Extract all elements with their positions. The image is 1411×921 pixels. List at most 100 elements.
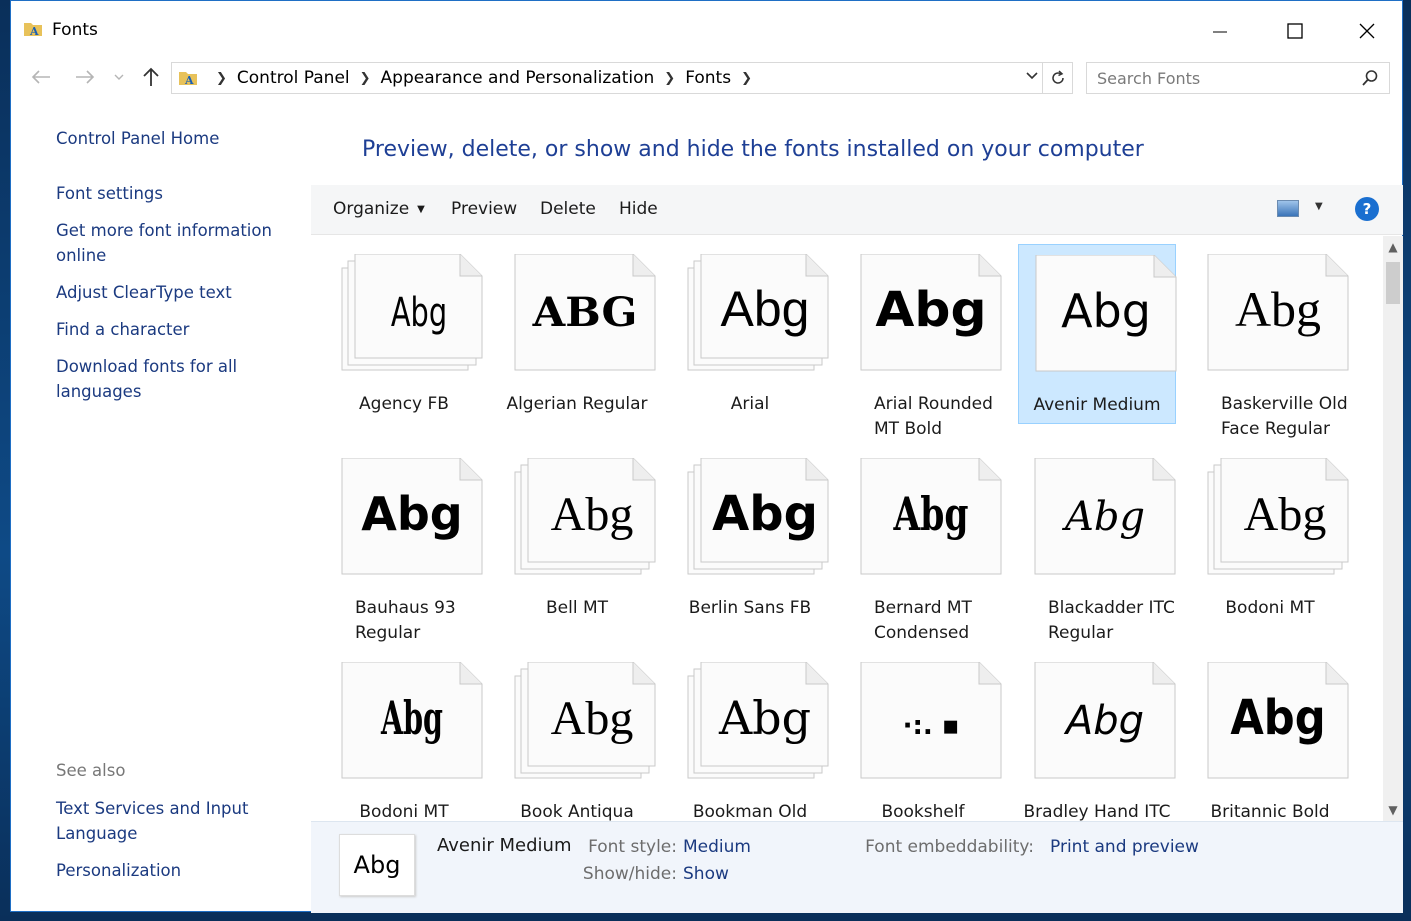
breadcrumb-fonts[interactable]: Fonts: [685, 68, 731, 88]
back-button[interactable]: [29, 65, 53, 89]
font-settings-link[interactable]: Font settings: [56, 181, 296, 206]
view-options-dropdown-icon[interactable]: ▼: [1315, 201, 1323, 212]
font-file-icon: Abg: [860, 254, 1002, 371]
font-file-icon: Abg: [860, 458, 1002, 575]
breadcrumb-chevron-icon[interactable]: ❯: [216, 71, 227, 86]
font-file-icon: Abg: [1035, 255, 1177, 372]
see-also-heading: See also: [56, 761, 126, 780]
font-tile[interactable]: Abg Bodoni MT: [325, 652, 483, 821]
font-tile[interactable]: Abg Arial Rounded MT Bold: [844, 244, 1002, 439]
preview-button[interactable]: Preview: [451, 199, 517, 219]
font-tile[interactable]: Abg Blackadder ITC Regular: [1018, 448, 1176, 643]
font-family-file-icon: Abg: [687, 458, 829, 575]
font-sample-text: Abg: [875, 281, 986, 338]
font-sample-text: Abg: [551, 488, 634, 541]
font-sample-text: Abg: [721, 281, 810, 337]
font-tile[interactable]: Abg Baskerville Old Face Regular: [1191, 244, 1349, 439]
font-file-icon: Abg: [1034, 458, 1176, 575]
text-services-link[interactable]: Text Services and Input Language: [56, 796, 296, 846]
help-button[interactable]: ?: [1355, 197, 1379, 221]
breadcrumb-chevron-icon[interactable]: ❯: [664, 71, 675, 86]
organize-button[interactable]: Organize ▼: [333, 199, 425, 219]
font-sample-text: ·:. ▪: [903, 711, 960, 741]
font-tile[interactable]: Abg Berlin Sans FB: [671, 448, 829, 628]
change-view-icon[interactable]: [1277, 200, 1299, 217]
font-sample-text: Abg: [893, 487, 969, 541]
address-dropdown-button[interactable]: [1026, 69, 1038, 84]
delete-button[interactable]: Delete: [540, 199, 596, 219]
fonts-window: A Fonts A ❯ Control Panel ❯ Appearance a…: [10, 0, 1403, 913]
font-tile[interactable]: ABG Algerian Regular: [498, 244, 656, 424]
font-tile[interactable]: Abg Britannic Bold: [1191, 652, 1349, 821]
details-pane: Abg Avenir Medium Font style: Medium Sho…: [311, 821, 1403, 913]
adjust-cleartype-link[interactable]: Adjust ClearType text: [56, 280, 296, 305]
font-sample-text: Abg: [551, 692, 634, 745]
search-input[interactable]: [1087, 68, 1347, 88]
breadcrumb-chevron-icon[interactable]: ❯: [360, 71, 371, 86]
font-tile-label: Britannic Bold: [1210, 802, 1330, 821]
font-grid: Abg Agency FB ABG Algerian Regular Abg Arial A…: [311, 236, 1383, 821]
font-tile[interactable]: Abg Bookman Old: [671, 652, 829, 821]
vertical-scrollbar[interactable]: ▲ ▼: [1383, 236, 1403, 821]
up-button[interactable]: [139, 65, 163, 89]
font-tile[interactable]: Abg Bodoni MT: [1191, 448, 1349, 628]
address-bar[interactable]: A ❯ Control Panel ❯ Appearance and Perso…: [171, 62, 1073, 94]
refresh-icon: [1051, 70, 1064, 84]
minimize-button[interactable]: [1198, 11, 1242, 51]
font-tile-label: Bernard MT Condensed: [874, 598, 972, 643]
font-sample-text: Abg: [1061, 494, 1145, 540]
font-sample-text: Abg: [718, 691, 811, 745]
command-bar: Organize ▼ Preview Delete Hide ▼ ?: [311, 185, 1403, 235]
download-fonts-link[interactable]: Download fonts for all languages: [56, 354, 296, 404]
scroll-up-icon[interactable]: ▲: [1383, 240, 1403, 254]
close-icon: [1359, 23, 1375, 39]
forward-button[interactable]: [73, 65, 97, 89]
font-tile[interactable]: Abg Bell MT: [498, 448, 656, 628]
svg-text:A: A: [184, 74, 194, 87]
font-tile-label: Avenir Medium: [1033, 395, 1161, 415]
font-tile[interactable]: Abg Agency FB: [325, 244, 483, 424]
close-button[interactable]: [1345, 11, 1389, 51]
maximize-button[interactable]: [1273, 11, 1317, 51]
maximize-icon: [1287, 23, 1303, 39]
scroll-down-icon[interactable]: ▼: [1383, 803, 1403, 817]
font-tile-label: Bookshelf: [881, 802, 965, 821]
font-tile[interactable]: ·:. ▪ Bookshelf: [844, 652, 1002, 821]
font-tile-label: Algerian Regular: [506, 394, 648, 414]
recent-locations-button[interactable]: [111, 65, 127, 89]
breadcrumb-appearance[interactable]: Appearance and Personalization: [381, 68, 655, 88]
hide-button[interactable]: Hide: [619, 199, 658, 219]
title-bar: A Fonts: [11, 1, 1402, 57]
personalization-link[interactable]: Personalization: [56, 858, 296, 883]
show-hide-value: Show: [683, 864, 729, 884]
font-sample-text: Abg: [380, 692, 443, 746]
font-tile[interactable]: Abg Bernard MT Condensed: [844, 448, 1002, 643]
font-sample-text: Abg: [361, 487, 462, 541]
font-tile-label: Book Antiqua: [520, 802, 634, 821]
refresh-button[interactable]: [1042, 63, 1072, 93]
font-family-file-icon: Abg: [514, 458, 656, 575]
find-character-link[interactable]: Find a character: [56, 317, 296, 342]
selected-font-name: Avenir Medium: [437, 835, 572, 856]
font-sample-text: Abg: [1063, 698, 1144, 744]
font-file-icon: Abg: [341, 458, 483, 575]
breadcrumb-control-panel[interactable]: Control Panel: [237, 68, 350, 88]
font-tile[interactable]: Abg Bauhaus 93 Regular: [325, 448, 483, 643]
get-more-font-info-link[interactable]: Get more font information online: [56, 218, 296, 268]
font-tile[interactable]: Abg Book Antiqua: [498, 652, 656, 821]
search-icon[interactable]: [1361, 69, 1379, 87]
breadcrumb-chevron-icon[interactable]: ❯: [741, 71, 752, 86]
window-title: Fonts: [52, 20, 98, 40]
scrollbar-thumb[interactable]: [1386, 262, 1400, 304]
font-tile[interactable]: Abg Bradley Hand ITC: [1018, 652, 1176, 821]
font-tile-label: Bodoni MT: [1225, 598, 1315, 618]
main-content: Preview, delete, or show and hide the fo…: [311, 99, 1403, 913]
font-tile[interactable]: Abg Avenir Medium: [1018, 244, 1177, 424]
font-style-label: Font style:: [588, 837, 677, 857]
font-style-value: Medium: [683, 837, 751, 857]
control-panel-home-link[interactable]: Control Panel Home: [56, 126, 296, 151]
font-tile[interactable]: Abg Arial: [671, 244, 829, 424]
search-box[interactable]: [1086, 62, 1390, 94]
font-sample-text: Abg: [1244, 488, 1327, 541]
organize-label: Organize: [333, 199, 410, 219]
